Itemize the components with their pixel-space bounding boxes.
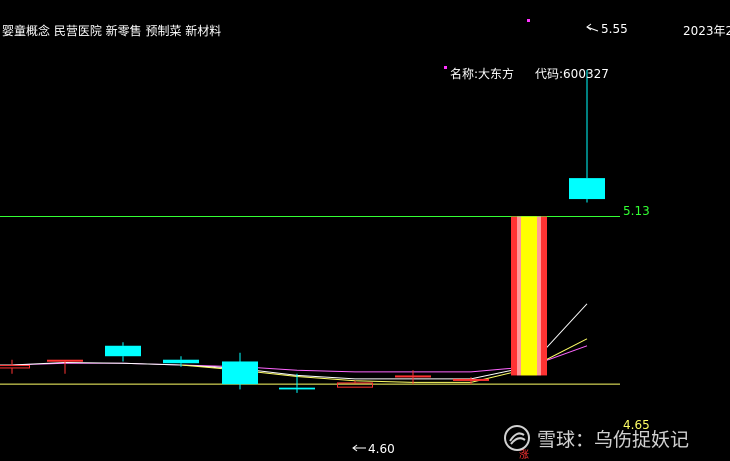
candle-body-6 bbox=[337, 382, 373, 388]
moving-average-line-1 bbox=[0, 303, 588, 380]
low-price-label: 4.60 bbox=[368, 442, 395, 456]
watermark-text: 雪球：乌伤捉妖记 bbox=[537, 428, 690, 451]
ref-line-label-green: 5.13 bbox=[623, 204, 650, 218]
top-marker bbox=[527, 19, 530, 22]
candle-body-2 bbox=[105, 345, 141, 357]
high-price-label: 5.55 bbox=[601, 22, 628, 36]
candle-body-0 bbox=[0, 364, 30, 369]
candle-body-4 bbox=[222, 361, 258, 385]
high-arrow-icon bbox=[586, 26, 599, 32]
limit-up-candle-inner bbox=[521, 216, 537, 376]
candle-body-10 bbox=[569, 178, 605, 200]
candle-body-5 bbox=[279, 387, 315, 390]
stock-name: 名称:大东方 bbox=[450, 67, 515, 81]
candle-body-1 bbox=[47, 359, 83, 362]
snowball-logo-icon bbox=[504, 425, 530, 451]
watermark: 雪球：乌伤捉妖记 bbox=[503, 424, 689, 452]
date-label: 2023年2 bbox=[683, 24, 730, 38]
stock-code: 代码:600327 bbox=[535, 67, 609, 81]
candle-body-7 bbox=[395, 375, 431, 378]
candle-body-8 bbox=[453, 378, 489, 381]
candle-body-3 bbox=[163, 359, 199, 364]
limit-up-symbol: 涨 bbox=[519, 450, 529, 461]
stock-marker bbox=[444, 66, 447, 69]
candlestick-chart bbox=[0, 19, 620, 452]
high-arrowhead-icon bbox=[586, 23, 592, 31]
moving-average-line-0 bbox=[0, 345, 588, 373]
concept-tags: 婴童概念 民营医院 新零售 预制菜 新材料 bbox=[2, 24, 222, 38]
